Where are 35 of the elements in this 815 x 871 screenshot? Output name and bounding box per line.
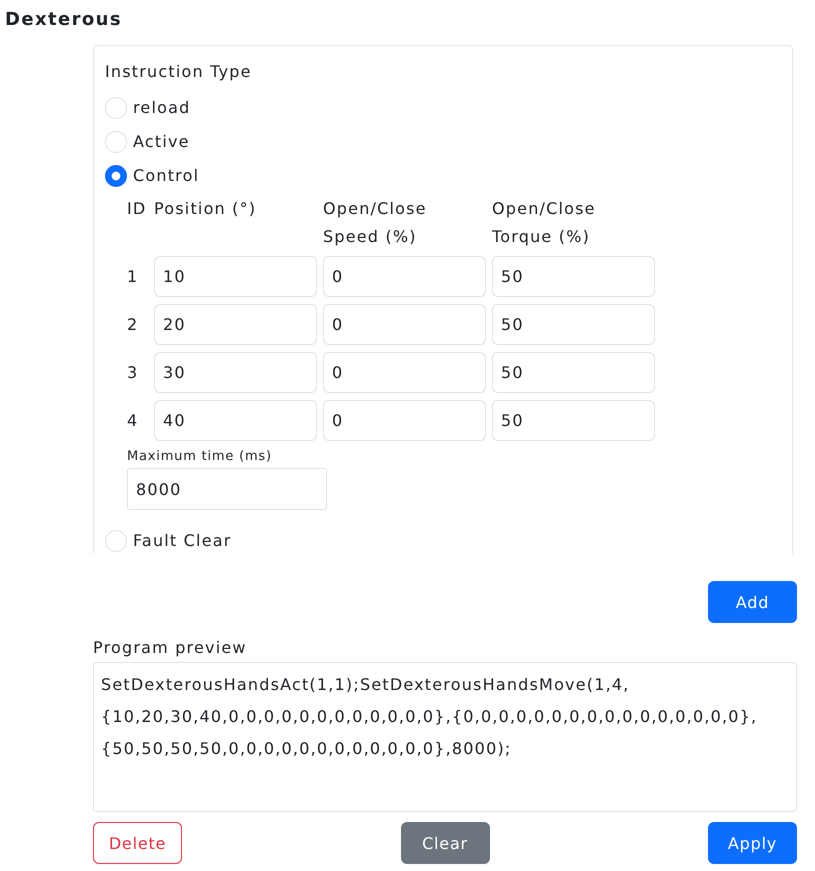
column-header: ID [127, 198, 148, 220]
action-button[interactable]: Apply [708, 822, 797, 864]
section-label: Instruction Type [105, 61, 253, 83]
position-field[interactable]: 10 [154, 256, 317, 297]
torque-field[interactable]: 50 [492, 256, 655, 297]
row-id: 3 [127, 362, 140, 384]
torque-field[interactable]: 50 [492, 352, 655, 393]
torque-field[interactable]: 50 [492, 304, 655, 345]
torque-field[interactable]: 50 [492, 400, 655, 441]
field-label: Maximum time (ms) [127, 449, 273, 465]
position-field[interactable]: 30 [154, 352, 317, 393]
radio-button[interactable] [105, 165, 127, 187]
row-id: 4 [127, 410, 140, 432]
speed-field[interactable]: 0 [323, 352, 486, 393]
column-header: Open/Close Speed (%) [323, 198, 428, 248]
position-field[interactable]: 40 [154, 400, 317, 441]
action-button[interactable]: Clear [400, 822, 490, 864]
row-id: 2 [127, 314, 140, 336]
option-label[interactable]: reload [133, 96, 190, 120]
speed-field[interactable]: 0 [323, 256, 486, 297]
option-label[interactable]: Fault Clear [133, 529, 232, 553]
max-time-field[interactable]: 8000 [127, 468, 327, 510]
program-preview-field[interactable]: SetDexterousHandsAct(1,1);SetDexterousHandsMove(1,4,{10,20,30,40,0,0,0,0,0,0,0,0,0,0,0,0},{0,0,0,0,0,0,0,0,0,0,0,0,0,0,0,0},{50,50,50,50,0,0,0,0,0,0,0,0,0,0,0,0},8000); [93, 662, 797, 812]
page-title: Dexterous [5, 8, 123, 32]
action-button[interactable]: Delete [93, 822, 182, 864]
position-field[interactable]: 20 [154, 304, 317, 345]
option-label[interactable]: Active [133, 130, 190, 154]
field-label: Program preview [93, 637, 248, 659]
option-label[interactable]: Control [133, 164, 200, 188]
speed-field[interactable]: 0 [323, 400, 486, 441]
speed-field[interactable]: 0 [323, 304, 486, 345]
column-header: Position (°) [154, 198, 258, 220]
add-button[interactable]: Add [708, 581, 797, 623]
row-id: 1 [127, 266, 140, 288]
column-header: Open/Close Torque (%) [492, 198, 597, 248]
